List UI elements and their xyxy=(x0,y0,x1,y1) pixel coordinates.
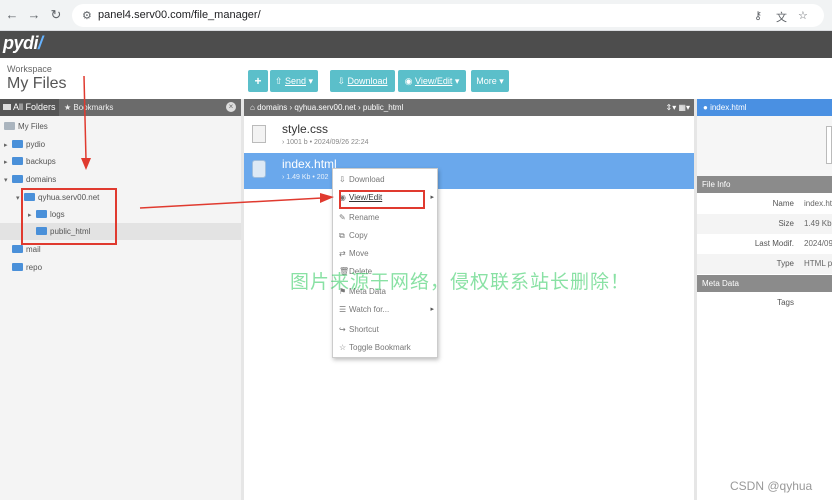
arrow-line-vertical xyxy=(83,75,87,161)
annotation-arrows xyxy=(81,75,334,209)
arrow-head-right xyxy=(320,193,334,203)
credit-text: CSDN @qyhua xyxy=(730,479,813,493)
arrow-line-horizontal xyxy=(139,197,323,209)
arrow-head-down xyxy=(81,158,91,170)
watermark-text: 图片来源于网络，侵权联系站长删除！ xyxy=(290,272,631,293)
